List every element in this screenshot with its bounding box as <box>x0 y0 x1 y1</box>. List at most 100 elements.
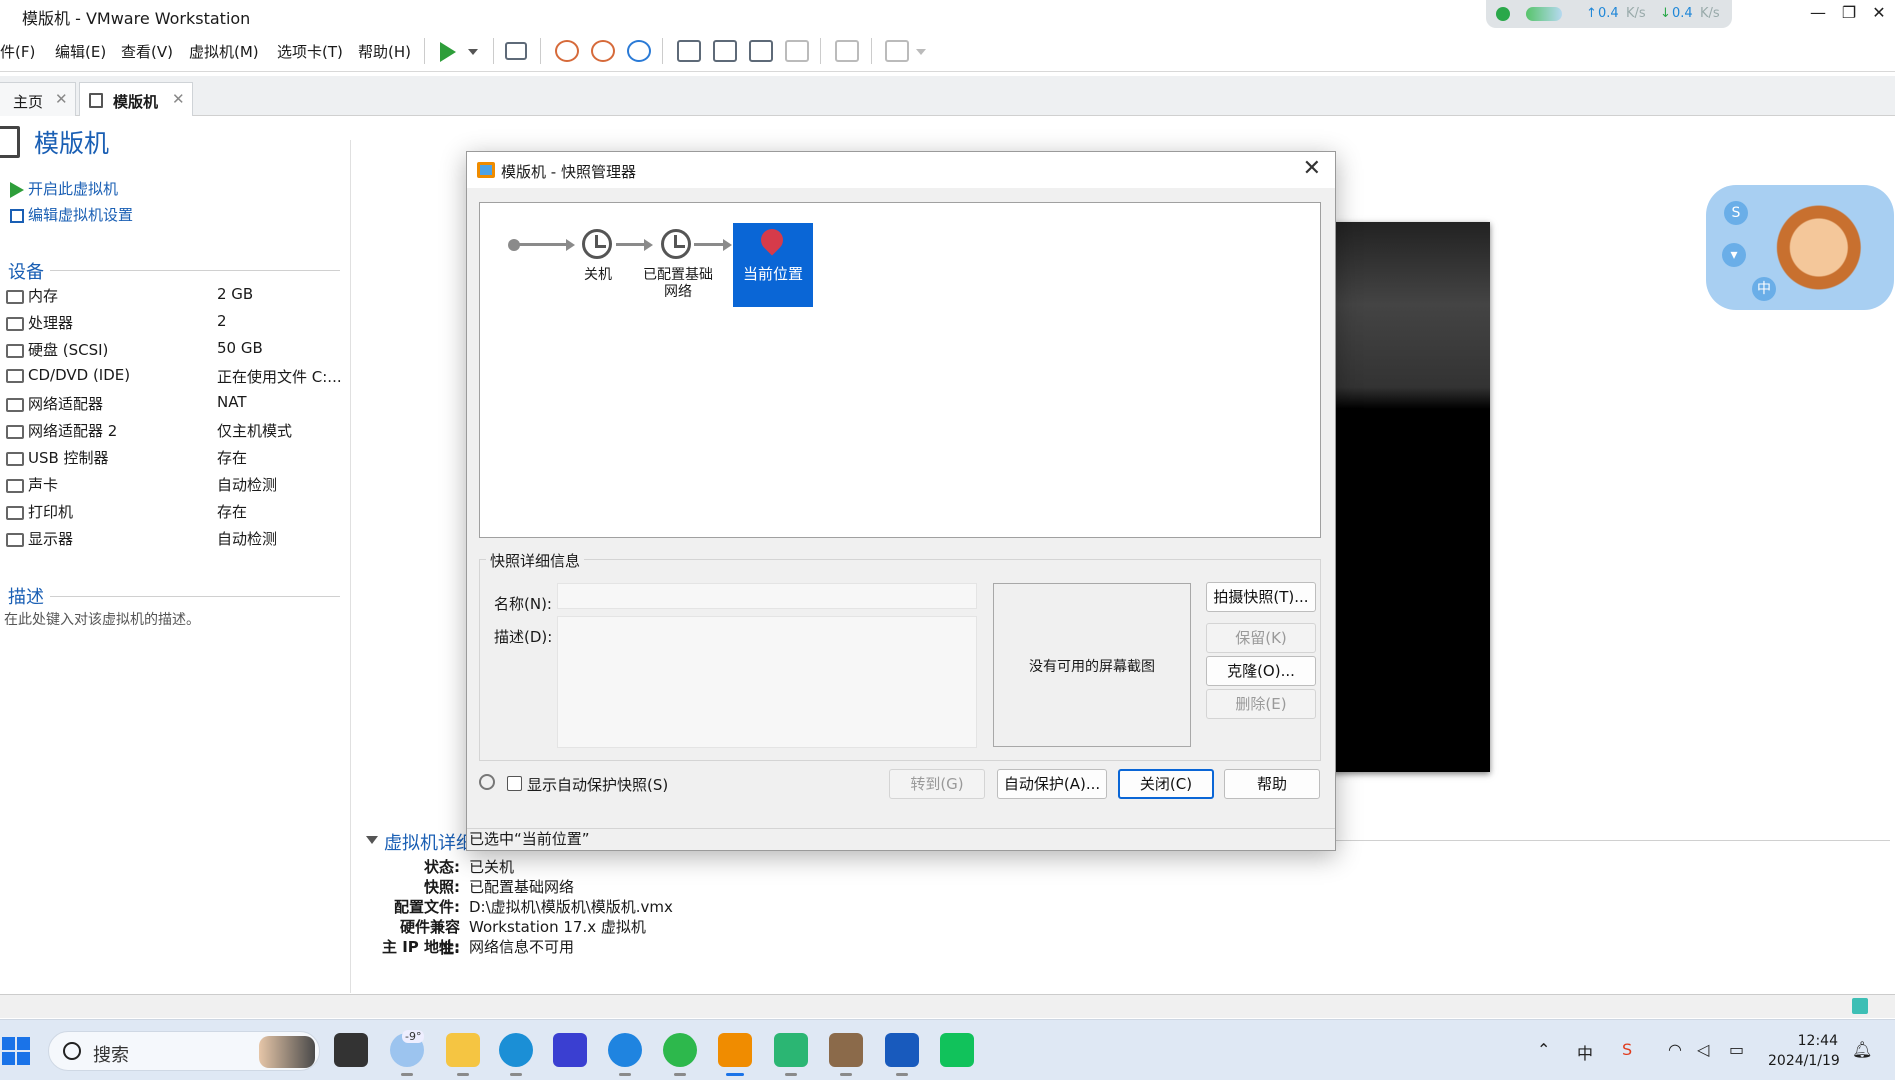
show-autoprotect-checkbox[interactable] <box>507 776 522 791</box>
device-row[interactable]: 内存 <box>6 285 58 306</box>
chevron-up-icon[interactable]: ⌃ <box>1537 1040 1550 1059</box>
unity-icon[interactable] <box>785 40 809 62</box>
menu-tabs[interactable]: 选项卡(T) <box>277 41 343 62</box>
chevron-down-icon[interactable] <box>468 49 478 55</box>
help-button[interactable]: 帮助 <box>1224 769 1320 799</box>
devices-heading[interactable]: 设备 <box>8 258 44 284</box>
clone-button[interactable]: 克隆(O)... <box>1206 656 1316 686</box>
autoprotect-button[interactable]: 自动保护(A)... <box>997 769 1107 799</box>
keep-button[interactable]: 保留(K) <box>1206 623 1316 653</box>
tab-home[interactable]: 主页 ✕ <box>0 82 76 116</box>
date-text: 2024/1/19 <box>1768 1053 1840 1069</box>
device-row[interactable]: 处理器 <box>6 312 73 333</box>
network-monitor[interactable]: ↑ 0.4 K/s ↓ 0.4 K/s <box>1486 0 1732 28</box>
description-placeholder[interactable]: 在此处键入对该虚拟机的描述。 <box>4 609 200 629</box>
device-row[interactable]: 显示器 <box>6 528 73 549</box>
fullscreen-icon[interactable] <box>749 40 773 62</box>
edge-icon[interactable] <box>499 1033 533 1076</box>
close-tab-icon[interactable]: ✕ <box>172 90 185 108</box>
volume-icon[interactable]: ◁ <box>1697 1040 1709 1059</box>
show-autoprotect-label[interactable]: 显示自动保护快照(S) <box>527 774 668 795</box>
kugou-icon[interactable] <box>608 1033 642 1076</box>
device-row[interactable]: USB 控制器 <box>6 447 109 468</box>
menu-help[interactable]: 帮助(H) <box>358 41 411 62</box>
ime-indicator[interactable]: 中 <box>1577 1040 1593 1064</box>
device-value: 正在使用文件 C:... <box>217 368 342 386</box>
taskbar-search[interactable]: 搜索 <box>48 1031 320 1071</box>
close-tab-icon[interactable]: ✕ <box>55 90 68 108</box>
mascot-widget[interactable]: S ▾ 中 <box>1706 185 1894 310</box>
device-row[interactable]: CD/DVD (IDE) <box>6 366 130 384</box>
goto-button[interactable]: 转到(G) <box>889 769 985 799</box>
dialog-close-icon[interactable]: ✕ <box>1303 156 1321 181</box>
menu-vm[interactable]: 虚拟机(M) <box>189 41 259 62</box>
snapshot-details-group: 快照详细信息 名称(N): 描述(D): 没有可用的屏幕截图 拍摄快照(T)..… <box>479 550 1321 761</box>
send-keys-icon[interactable] <box>505 42 527 60</box>
message-icon[interactable] <box>1852 998 1868 1014</box>
stretch-view-icon[interactable] <box>885 40 909 62</box>
power-on-link[interactable]: 开启此虚拟机 <box>10 178 118 199</box>
snapshot-revert-icon[interactable] <box>591 40 615 62</box>
take-snapshot-button[interactable]: 拍摄快照(T)... <box>1206 582 1316 612</box>
tab-label: 模版机 <box>113 93 159 111</box>
device-name: 显示器 <box>28 530 74 548</box>
library-view-icon[interactable] <box>677 40 701 62</box>
photos-icon[interactable] <box>829 1033 863 1076</box>
notification-bell-icon[interactable]: 🔔︎ <box>1852 1040 1872 1059</box>
vmware-taskbar-icon[interactable] <box>718 1033 752 1076</box>
device-value: 自动检测 <box>217 530 278 548</box>
vm-title: 模版机 <box>34 129 110 158</box>
no-screenshot-text: 没有可用的屏幕截图 <box>1029 659 1155 675</box>
iqiyi-icon[interactable] <box>940 1033 974 1067</box>
device-value: 存在 <box>217 449 248 467</box>
snapshot-label[interactable]: 已配置基础网络 <box>640 267 716 301</box>
device-row[interactable]: 硬盘 (SCSI) <box>6 339 108 360</box>
close-window-button[interactable]: ✕ <box>1864 3 1894 22</box>
file-explorer-icon[interactable] <box>446 1033 480 1076</box>
tab-template-vm[interactable]: 模版机 ✕ <box>79 82 193 116</box>
terminal-icon[interactable] <box>774 1033 808 1076</box>
edit-settings-link[interactable]: 编辑虚拟机设置 <box>10 204 133 225</box>
description-field[interactable] <box>557 616 977 748</box>
snapshot-tree[interactable]: 关机 已配置基础网络 当前位置 <box>479 202 1321 538</box>
delete-button[interactable]: 删除(E) <box>1206 689 1316 719</box>
device-name: 处理器 <box>28 314 74 332</box>
task-view-icon[interactable] <box>334 1033 368 1067</box>
snapshot-clock-icon[interactable] <box>582 229 612 259</box>
word-icon[interactable] <box>885 1033 919 1076</box>
thumbnail-bar-icon[interactable] <box>713 40 737 62</box>
device-row[interactable]: 打印机 <box>6 501 73 522</box>
upload-speed: 0.4 <box>1598 6 1619 21</box>
taskbar-clock[interactable]: 12:44 2024/1/19 <box>1768 1031 1840 1071</box>
device-icon <box>6 451 24 466</box>
menu-edit[interactable]: 编辑(E) <box>55 41 106 62</box>
description-heading[interactable]: 描述 <box>8 583 44 609</box>
wifi-icon[interactable]: ◠ <box>1668 1040 1682 1059</box>
play-icon <box>10 181 24 198</box>
menu-view[interactable]: 查看(V) <box>121 41 173 62</box>
collapse-icon[interactable] <box>366 836 378 844</box>
power-on-icon[interactable] <box>440 42 456 62</box>
current-position-node[interactable]: 当前位置 <box>723 223 813 307</box>
device-icon <box>6 397 24 412</box>
restore-button[interactable]: ❐ <box>1834 3 1864 22</box>
battery-icon[interactable]: ▭ <box>1729 1040 1744 1059</box>
toolbar-separator <box>424 38 425 64</box>
name-field[interactable] <box>557 583 977 609</box>
windows-start-icon[interactable] <box>2 1037 30 1065</box>
device-row[interactable]: 声卡 <box>6 474 58 495</box>
wechat-icon[interactable] <box>663 1033 697 1076</box>
console-icon[interactable] <box>835 40 859 62</box>
snapshot-take-icon[interactable] <box>555 40 579 62</box>
device-row[interactable]: 网络适配器 <box>6 393 103 414</box>
close-button[interactable]: 关闭(C) <box>1118 769 1214 799</box>
device-row[interactable]: 网络适配器 2 <box>6 420 117 441</box>
editor-app-icon[interactable] <box>553 1033 587 1067</box>
snapshot-manager-icon[interactable] <box>627 40 651 62</box>
sogou-input-icon[interactable]: S <box>1622 1040 1632 1059</box>
minimize-button[interactable]: — <box>1803 3 1833 22</box>
snapshot-label[interactable]: 关机 <box>570 267 626 284</box>
chevron-down-icon[interactable] <box>916 49 926 55</box>
menu-file[interactable]: 件(F) <box>0 41 35 62</box>
snapshot-clock-icon[interactable] <box>661 229 691 259</box>
